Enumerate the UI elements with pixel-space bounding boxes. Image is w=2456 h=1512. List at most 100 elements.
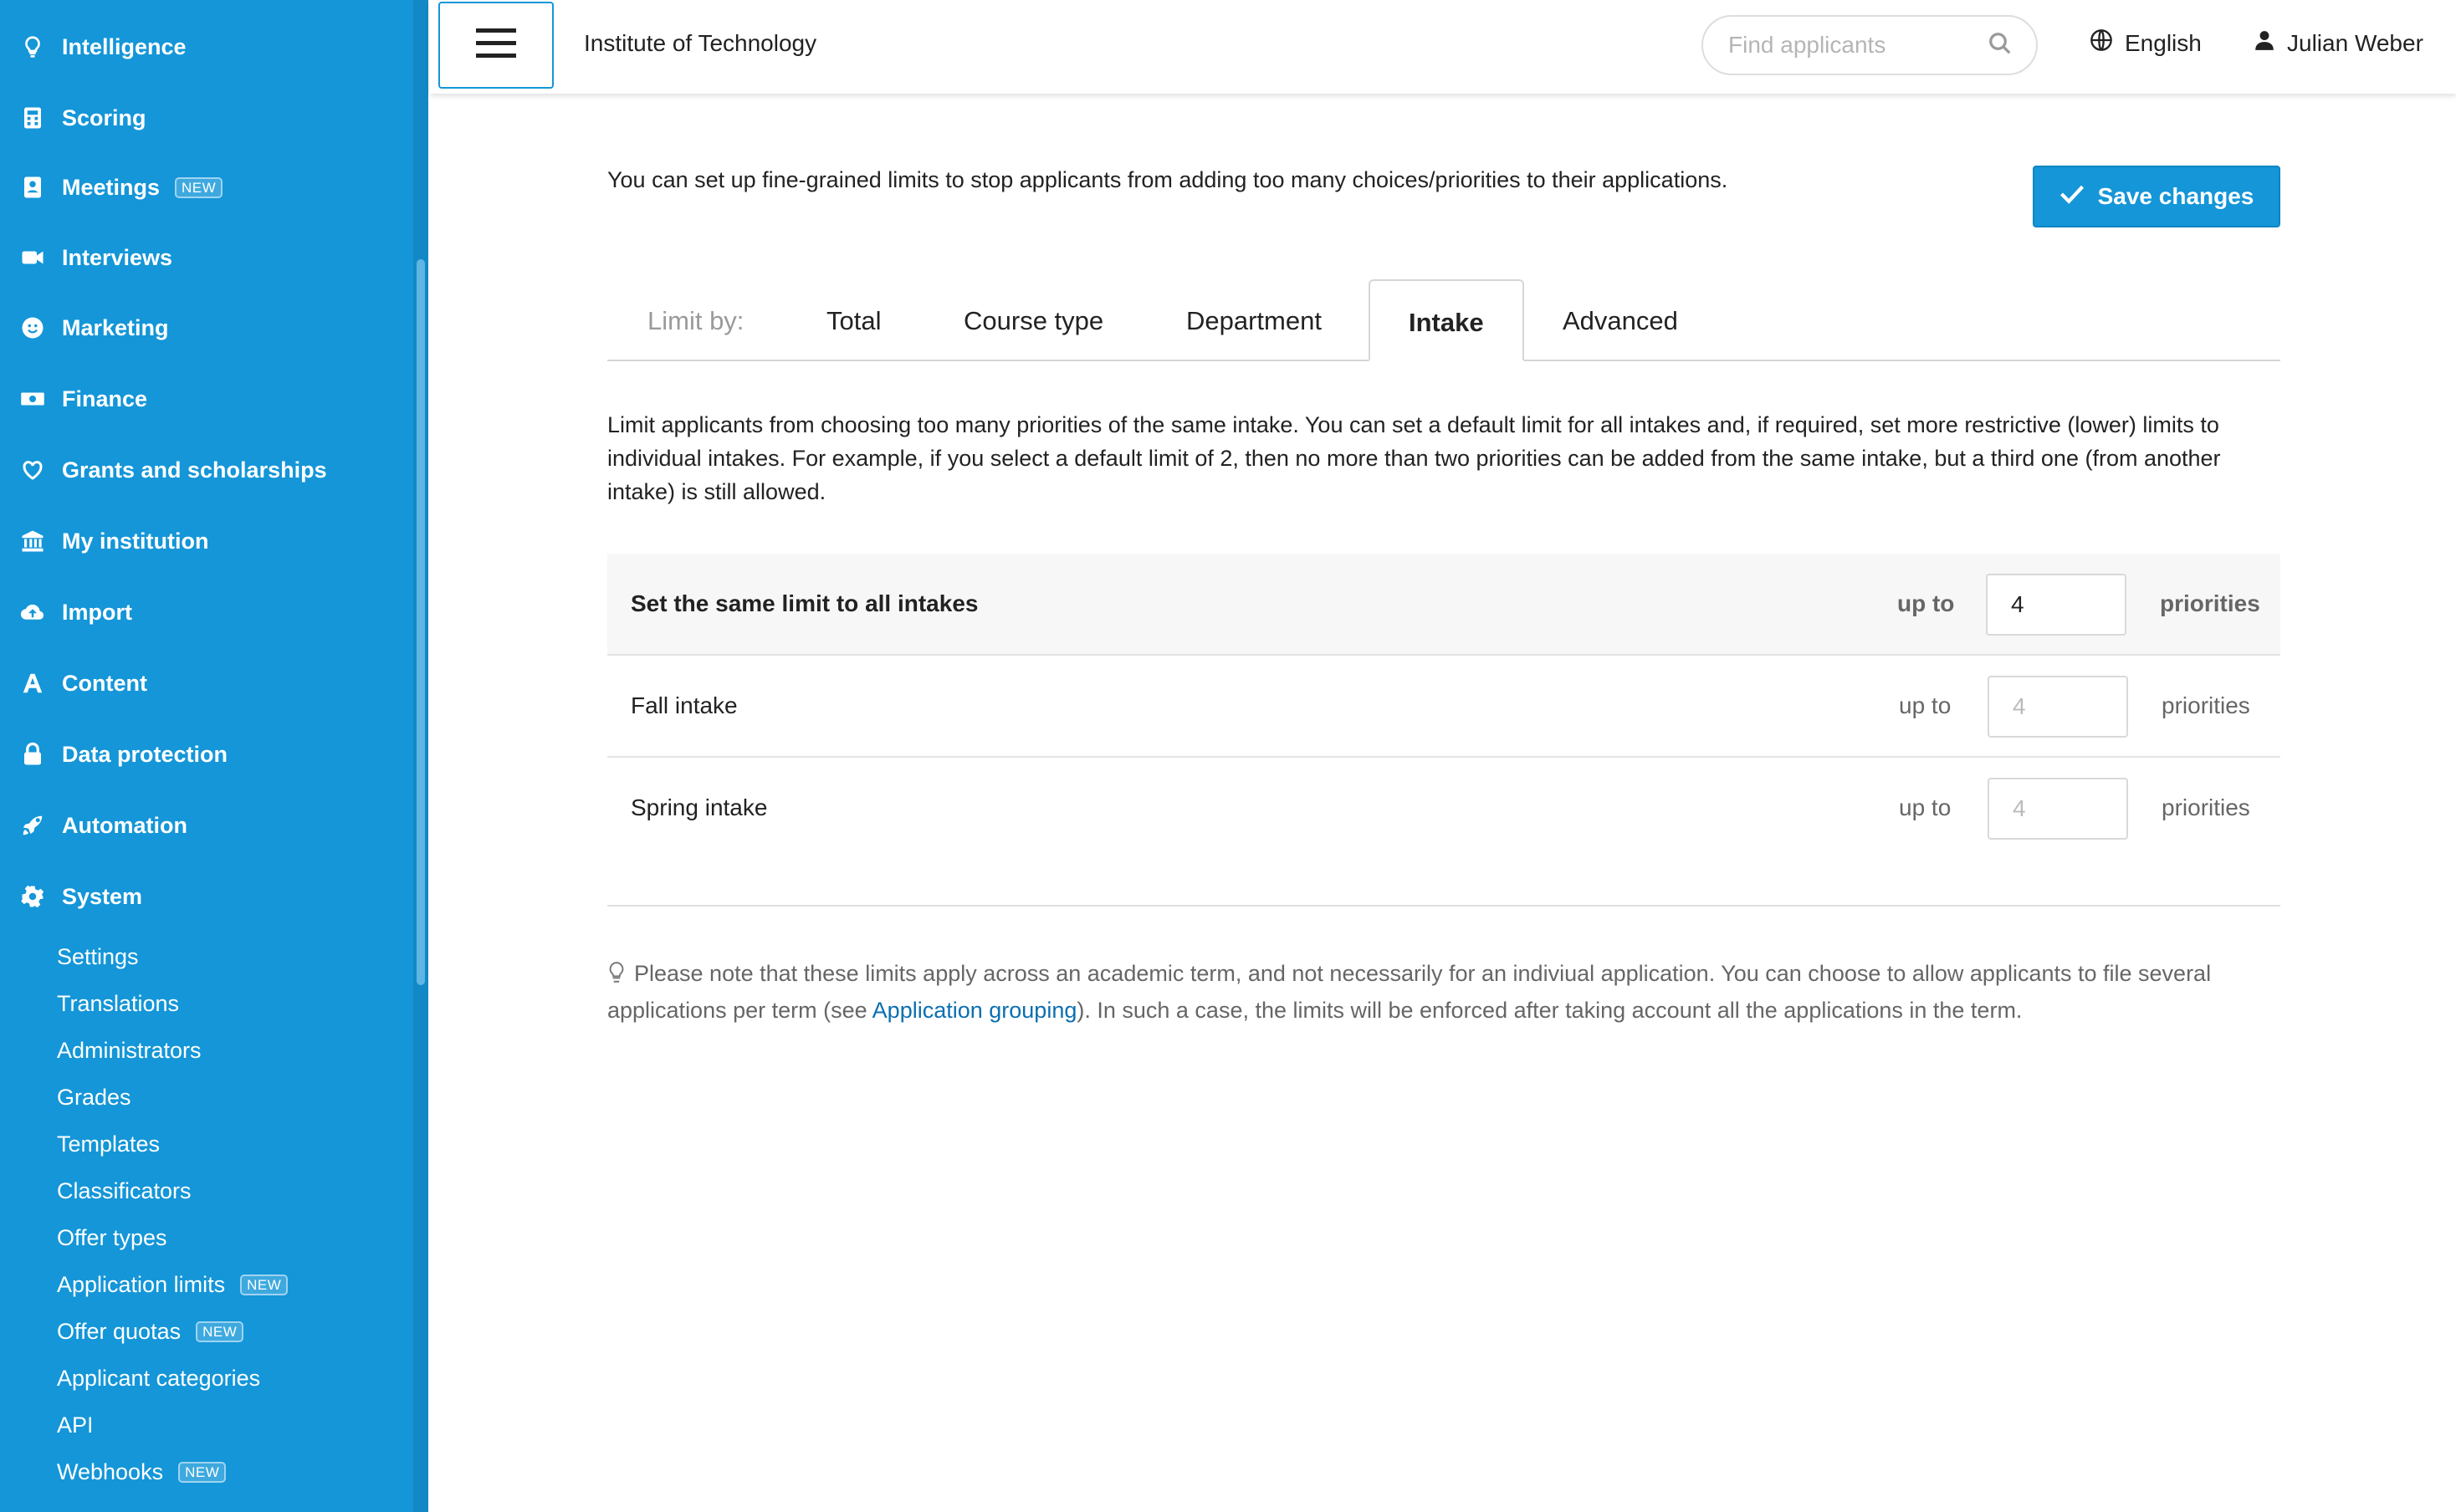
rocket-icon xyxy=(18,811,47,840)
sidebar-sub-settings[interactable]: Settings xyxy=(57,937,139,977)
sidebar-sub-label: Grades xyxy=(57,1084,131,1110)
sidebar-item-interviews[interactable]: Interviews xyxy=(18,232,172,283)
row-unit: priorities xyxy=(2162,794,2250,820)
lightbulb-icon xyxy=(18,33,47,61)
sidebar-sub-administrators[interactable]: Administrators xyxy=(57,1030,202,1070)
checkmark-icon xyxy=(2059,183,2098,211)
sidebar-item-label: My institution xyxy=(62,528,209,554)
sidebar-item-import[interactable]: Import xyxy=(18,587,132,637)
sidebar-sub-application-limits[interactable]: Application limits NEW xyxy=(57,1264,289,1305)
sidebar: Intelligence Scoring Meetings NEW Interv… xyxy=(0,0,428,1512)
sidebar-sub-label: Translations xyxy=(57,990,180,1016)
institution-icon xyxy=(18,527,47,555)
spring-intake-limit-input[interactable] xyxy=(1988,778,2128,840)
gear-icon xyxy=(18,882,47,911)
fall-intake-limit-input[interactable] xyxy=(1988,676,2128,738)
sidebar-sub-classificators[interactable]: Classificators xyxy=(57,1171,192,1211)
sidebar-item-label: Automation xyxy=(62,812,187,838)
sidebar-item-finance[interactable]: Finance xyxy=(18,374,147,424)
sidebar-sub-label: Settings xyxy=(57,943,139,969)
globe-icon xyxy=(2090,28,2125,58)
sidebar-sub-offer-types[interactable]: Offer types xyxy=(57,1218,167,1258)
video-camera-icon xyxy=(18,243,47,272)
sidebar-item-label: Import xyxy=(62,599,132,625)
sidebar-item-label: Finance xyxy=(62,386,148,411)
row-name: Fall intake xyxy=(631,692,738,718)
note-text-after: ). In such a case, the limits will be en… xyxy=(1077,998,2023,1023)
row-upto: up to xyxy=(1899,692,1952,718)
top-bar: Institute of Technology English Julian W… xyxy=(430,0,2456,94)
tab-total[interactable]: Total xyxy=(826,306,881,336)
sidebar-item-marketing[interactable]: Marketing xyxy=(18,303,169,353)
sidebar-item-label: Meetings xyxy=(62,174,161,200)
smiley-icon xyxy=(18,314,47,342)
sidebar-sub-webhooks[interactable]: Webhooks NEW xyxy=(57,1452,227,1492)
sidebar-item-intelligence[interactable]: Intelligence xyxy=(18,22,187,72)
font-a-icon xyxy=(18,669,47,697)
intro-text: You can set up fine-grained limits to st… xyxy=(607,167,1728,192)
sidebar-item-grants[interactable]: Grants and scholarships xyxy=(18,445,327,495)
institution-title: Institute of Technology xyxy=(584,30,817,56)
language-label: English xyxy=(2125,29,2202,56)
tab-course-type[interactable]: Course type xyxy=(964,306,1103,336)
sidebar-sub-label: Offer quotas xyxy=(57,1318,182,1344)
money-bill-icon xyxy=(18,385,47,413)
sidebar-sub-offer-quotas[interactable]: Offer quotas NEW xyxy=(57,1311,244,1351)
user-menu[interactable]: Julian Weber xyxy=(2254,28,2423,58)
calculator-icon xyxy=(18,104,47,132)
table-row: Fall intake up to priorities xyxy=(607,656,2280,758)
sidebar-sub-label: Applicant categories xyxy=(57,1365,261,1391)
sidebar-scrollbar-thumb[interactable] xyxy=(417,259,425,985)
hamburger-icon xyxy=(474,25,518,66)
row-unit: priorities xyxy=(2160,590,2260,616)
sidebar-sub-label: Classificators xyxy=(57,1177,192,1203)
table-row: Set the same limit to all intakes up to … xyxy=(607,554,2280,656)
lightbulb-icon xyxy=(607,960,626,994)
row-upto: up to xyxy=(1899,794,1952,820)
save-changes-button[interactable]: Save changes xyxy=(2033,166,2280,227)
application-grouping-link[interactable]: Application grouping xyxy=(872,998,1077,1023)
intake-description: Limit applicants from choosing too many … xyxy=(607,412,2221,504)
menu-toggle-button[interactable] xyxy=(438,2,554,89)
sidebar-item-my-institution[interactable]: My institution xyxy=(18,516,208,566)
new-badge: NEW xyxy=(175,176,223,198)
save-changes-label: Save changes xyxy=(2097,183,2254,209)
tabs-label: Limit by: xyxy=(647,306,744,335)
limit-table: Set the same limit to all intakes up to … xyxy=(607,554,2280,860)
search-input[interactable] xyxy=(1728,32,1988,59)
sidebar-item-meetings[interactable]: Meetings NEW xyxy=(18,162,223,212)
sidebar-sub-applicant-categories[interactable]: Applicant categories xyxy=(57,1358,260,1398)
new-badge: NEW xyxy=(240,1274,289,1295)
note-text: Please note that these limits apply acro… xyxy=(607,957,2280,1027)
heart-icon xyxy=(18,456,47,484)
sidebar-item-label: Scoring xyxy=(62,105,146,130)
new-badge: NEW xyxy=(178,1461,227,1483)
tab-intake[interactable]: Intake xyxy=(1369,279,1524,361)
sidebar-sub-templates[interactable]: Templates xyxy=(57,1124,160,1164)
sidebar-item-automation[interactable]: Automation xyxy=(18,800,187,850)
sidebar-item-scoring[interactable]: Scoring xyxy=(18,93,146,143)
row-upto: up to xyxy=(1897,590,1955,616)
sidebar-item-data-protection[interactable]: Data protection xyxy=(18,729,228,779)
sidebar-sub-grades[interactable]: Grades xyxy=(57,1077,131,1117)
sidebar-sub-label: API xyxy=(57,1412,94,1438)
user-name: Julian Weber xyxy=(2287,29,2423,56)
search-box xyxy=(1701,15,2038,75)
sidebar-item-label: Marketing xyxy=(62,314,169,340)
tab-advanced[interactable]: Advanced xyxy=(1563,306,1678,336)
default-limit-input[interactable] xyxy=(1986,574,2126,636)
search-icon[interactable] xyxy=(1988,31,2013,60)
sidebar-item-label: Interviews xyxy=(62,244,173,270)
tab-department[interactable]: Department xyxy=(1186,306,1322,336)
sidebar-sub-api[interactable]: API xyxy=(57,1405,94,1445)
sidebar-item-label: Grants and scholarships xyxy=(62,457,327,483)
sidebar-item-content[interactable]: Content xyxy=(18,658,147,708)
row-name: Spring intake xyxy=(631,794,768,820)
sidebar-scrollbar[interactable] xyxy=(413,0,428,1512)
language-selector[interactable]: English xyxy=(2090,28,2202,58)
sidebar-sub-label: Administrators xyxy=(57,1037,202,1063)
sidebar-item-system[interactable]: System xyxy=(18,871,142,922)
lock-icon xyxy=(18,740,47,769)
sidebar-sub-translations[interactable]: Translations xyxy=(57,983,179,1024)
table-row: Spring intake up to priorities xyxy=(607,758,2280,860)
